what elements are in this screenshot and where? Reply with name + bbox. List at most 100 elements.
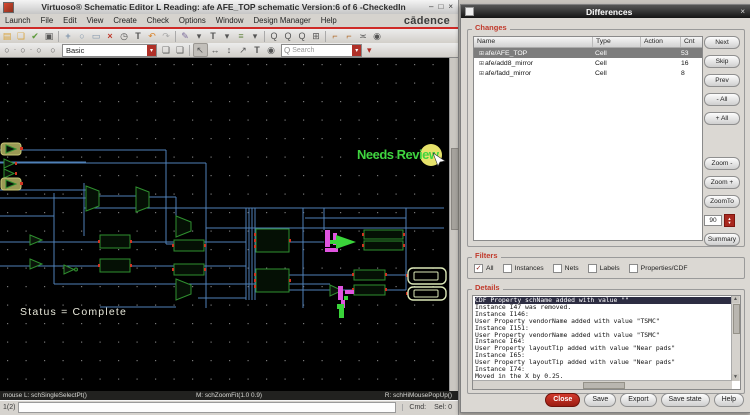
expand-all-button[interactable]: + All [704,112,740,125]
filter-labels[interactable]: Labels [588,264,620,273]
filter-instances[interactable]: Instances [503,264,544,273]
expander-icon[interactable]: ⊞ [479,71,484,77]
menu-launch[interactable]: Launch [0,16,36,25]
help-button[interactable]: Help [714,393,744,407]
expander-icon[interactable]: ⊞ [479,61,484,67]
ruler-icon[interactable]: ≍ [357,30,370,42]
collapse-all-button[interactable]: - All [704,93,740,106]
details-horizontal-scrollbar[interactable] [473,380,732,389]
checkbox-checked[interactable]: ✓ [474,264,483,273]
zoom-to-button[interactable]: ZoomTo [704,195,740,208]
save-icon[interactable]: ▣ [43,30,56,42]
column-type[interactable]: Type [593,37,641,47]
dialog-close-icon[interactable]: × [740,7,745,16]
save-state-button[interactable]: Save state [661,393,710,407]
menu-create[interactable]: Create [108,16,141,25]
menu-view[interactable]: View [82,16,109,25]
menu-check[interactable]: Check [142,16,174,25]
property-icon[interactable]: ✎ [179,30,192,42]
history-icon[interactable]: ◷ [118,30,131,42]
scrollbar-thumb[interactable] [451,148,459,230]
checkin-icon[interactable]: ✔ [29,30,42,42]
dialog-title-bar[interactable]: Differences × [461,5,750,18]
zoom-in-button[interactable]: Zoom + [704,176,740,189]
filter-all[interactable]: ✓ All [474,264,494,273]
expander-icon[interactable]: ⊞ [479,51,484,57]
zoom-in-icon[interactable]: Q [268,30,281,42]
wide-wire-icon[interactable]: ⌐ [343,30,356,42]
dropdown-icon[interactable]: ▾ [249,30,262,42]
column-cnt[interactable]: Cnt [681,37,702,47]
dropdown-icon[interactable]: ▾ [193,30,206,42]
move-icon[interactable]: + [62,30,75,42]
paste-icon[interactable]: ❏ [160,44,173,56]
menu-help[interactable]: Help [316,16,342,25]
label-icon[interactable]: T [207,30,220,42]
filter-properties-cdf[interactable]: Properties/CDF [629,264,688,273]
select-connect-icon[interactable]: ↕ [223,44,236,56]
checkbox[interactable] [629,264,638,273]
command-input[interactable] [18,402,396,413]
probe-icon[interactable]: ◉ [371,30,384,42]
select-text-icon[interactable]: T [251,44,264,56]
checkbox[interactable] [588,264,597,273]
menu-window[interactable]: Window [211,16,249,25]
zoom-area-icon[interactable]: ⊞ [310,30,323,42]
instance-icon[interactable]: ❏ [174,44,187,56]
select-instance-icon[interactable]: ↗ [237,44,250,56]
minimize-icon[interactable]: – [429,2,433,12]
scroll-down-icon[interactable]: ▼ [732,374,739,381]
new-file-icon[interactable]: ▤ [1,30,14,42]
filter-nets[interactable]: Nets [553,264,579,273]
zoom-fit-icon[interactable]: Q [296,30,309,42]
menu-edit[interactable]: Edit [58,16,81,25]
zoom-out-button[interactable]: Zoom - [704,157,740,170]
title-bar[interactable]: Virtuoso® Schematic Editor L Reading: af… [0,0,458,15]
changes-table[interactable]: Name Type Action Cnt ⊞afe/AFE_TOP Cell 5… [473,36,703,241]
zoom-level-value[interactable]: 90 [704,215,722,226]
scrollbar-thumb[interactable] [583,382,625,389]
nav-workspace-icon[interactable]: ○ [1,44,14,56]
canvas-vertical-scrollbar[interactable] [449,58,458,392]
zoom-level-spinner[interactable]: 90 ▲ ▼ [704,214,740,227]
probe-icon[interactable]: ◉ [265,44,278,56]
delete-icon[interactable]: × [104,30,117,42]
select-area-icon[interactable]: ↔ [209,44,222,56]
checkbox[interactable] [553,264,562,273]
save-button[interactable]: Save [584,393,616,407]
summary-button[interactable]: Summary [704,233,740,246]
menu-design-manager[interactable]: Design Manager [249,16,316,25]
maximize-icon[interactable]: □ [438,2,443,12]
dropdown-icon[interactable]: ▾ [221,30,234,42]
table-row[interactable]: ⊞afe/AFE_TOP Cell 53 [474,48,702,58]
column-name[interactable]: Name [474,37,593,47]
table-row[interactable]: ⊞afe/fadd_mirror Cell 8 [474,68,702,78]
close-button[interactable]: Close [545,393,580,407]
close-icon[interactable]: × [448,2,453,12]
export-button[interactable]: Export [620,393,656,407]
search-field[interactable]: Q Search ▾ [281,44,362,57]
schematic-canvas[interactable]: Needs Review Status = Complete [0,57,458,392]
redo-icon[interactable]: ↷ [160,30,173,42]
column-action[interactable]: Action [641,37,681,47]
text-icon[interactable]: T [132,30,145,42]
nav-workspace-icon[interactable]: ○ [17,44,30,56]
scroll-up-icon[interactable]: ▲ [732,296,739,303]
wire-icon[interactable]: ⌐ [329,30,342,42]
details-vertical-scrollbar[interactable]: ▲ ▼ [731,296,740,381]
wire-level-icon[interactable]: ≡ [235,30,248,42]
prev-button[interactable]: Prev [704,74,740,87]
details-textarea[interactable]: CDF Property schName added with value ""… [472,295,741,390]
needs-review-label[interactable]: Needs Review [357,147,440,162]
spinner-buttons[interactable]: ▲ ▼ [724,214,735,227]
workspace-combo[interactable]: Basic ▾ [62,44,157,57]
stretch-icon[interactable]: ○ [76,30,89,42]
menu-file[interactable]: File [36,16,59,25]
checkbox[interactable] [503,264,512,273]
scrollbar-thumb[interactable] [733,304,740,334]
combo-dropdown-icon[interactable]: ▾ [147,45,156,56]
table-row[interactable]: ⊞afe/add8_mirror Cell 16 [474,58,702,68]
zoom-out-icon[interactable]: Q [282,30,295,42]
nav-workspace-icon[interactable]: ○ [47,44,60,56]
search-options-icon[interactable]: ▾ [363,44,376,56]
